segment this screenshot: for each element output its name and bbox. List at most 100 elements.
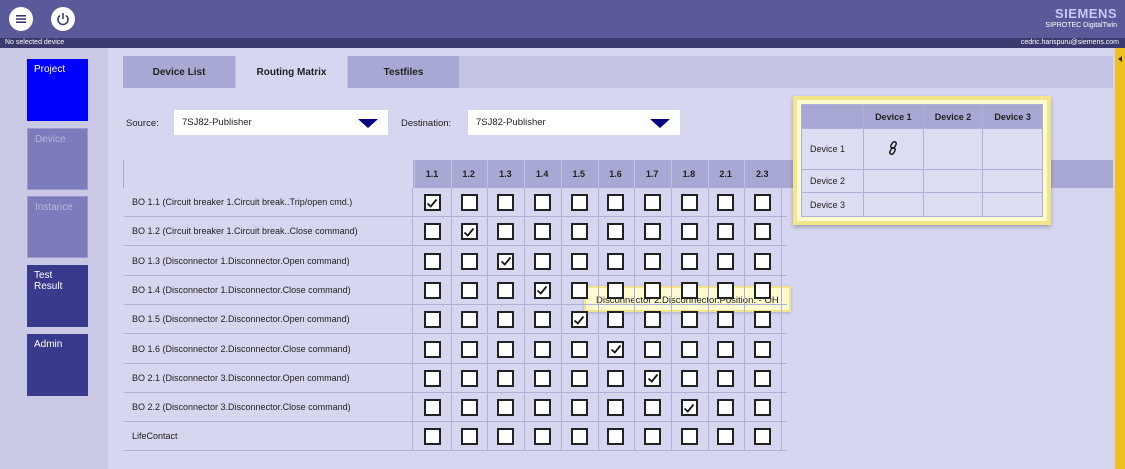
routing-checkbox[interactable] [497,340,515,358]
routing-checkbox[interactable] [423,369,441,387]
device-link-cell[interactable] [982,168,1043,194]
routing-checkbox[interactable] [460,194,478,211]
routing-checkbox[interactable] [533,428,551,446]
routing-checkbox[interactable] [570,223,588,241]
routing-checkbox[interactable] [570,281,588,299]
nav-project[interactable]: Project [27,59,88,121]
nav-test-result[interactable]: Test Result [27,265,88,327]
routing-checkbox[interactable] [717,311,735,329]
routing-checkbox[interactable] [754,311,772,329]
routing-checkbox[interactable] [644,281,662,299]
routing-checkbox[interactable] [717,281,735,299]
routing-checkbox[interactable] [423,194,441,211]
routing-checkbox[interactable] [533,194,551,211]
routing-checkbox[interactable] [423,399,441,417]
routing-checkbox[interactable] [460,428,478,446]
routing-checkbox[interactable] [754,252,772,270]
routing-checkbox[interactable] [680,369,698,387]
routing-checkbox[interactable] [754,340,772,358]
routing-checkbox[interactable] [497,252,515,270]
routing-checkbox[interactable] [570,194,588,211]
routing-checkbox[interactable] [680,281,698,299]
routing-checkbox[interactable] [754,281,772,299]
routing-checkbox[interactable] [460,399,478,417]
device-link-cell[interactable] [863,192,924,217]
routing-checkbox[interactable] [533,281,551,299]
routing-checkbox[interactable] [423,223,441,241]
routing-checkbox[interactable] [717,428,735,446]
routing-checkbox[interactable] [680,340,698,358]
routing-checkbox[interactable] [644,252,662,270]
routing-checkbox[interactable] [460,311,478,329]
routing-checkbox[interactable] [570,252,588,270]
routing-checkbox[interactable] [533,252,551,270]
routing-checkbox[interactable] [460,340,478,358]
routing-checkbox[interactable] [497,311,515,329]
routing-checkbox[interactable] [570,399,588,417]
routing-checkbox[interactable] [533,340,551,358]
routing-checkbox[interactable] [497,194,515,211]
routing-checkbox[interactable] [680,311,698,329]
routing-checkbox[interactable] [533,223,551,241]
routing-checkbox[interactable] [644,194,662,211]
routing-checkbox[interactable] [497,369,515,387]
routing-checkbox[interactable] [423,428,441,446]
device-link-cell[interactable] [922,192,984,217]
routing-checkbox[interactable] [754,369,772,387]
routing-checkbox[interactable] [460,281,478,299]
routing-checkbox[interactable] [644,399,662,417]
routing-checkbox[interactable] [607,281,625,299]
routing-checkbox[interactable] [570,311,588,329]
routing-checkbox[interactable] [533,311,551,329]
routing-checkbox[interactable] [607,428,625,446]
device-link-cell[interactable] [982,128,1043,170]
device-link-cell[interactable] [922,128,984,170]
routing-checkbox[interactable] [497,281,515,299]
routing-checkbox[interactable] [607,340,625,358]
routing-checkbox[interactable] [680,194,698,211]
routing-checkbox[interactable] [607,252,625,270]
routing-checkbox[interactable] [423,340,441,358]
routing-checkbox[interactable] [644,311,662,329]
device-link-cell[interactable] [982,192,1043,217]
routing-checkbox[interactable] [423,281,441,299]
routing-checkbox[interactable] [533,369,551,387]
routing-checkbox[interactable] [460,223,478,241]
routing-checkbox[interactable] [717,194,735,211]
routing-checkbox[interactable] [644,369,662,387]
routing-checkbox[interactable] [644,223,662,241]
routing-checkbox[interactable] [754,194,772,211]
routing-checkbox[interactable] [680,399,698,417]
routing-checkbox[interactable] [423,311,441,329]
routing-checkbox[interactable] [717,252,735,270]
routing-checkbox[interactable] [754,223,772,241]
routing-checkbox[interactable] [607,311,625,329]
routing-checkbox[interactable] [644,340,662,358]
device-link-cell[interactable] [922,168,984,194]
routing-checkbox[interactable] [607,194,625,211]
tab-device-list[interactable]: Device List [123,56,235,88]
routing-checkbox[interactable] [644,428,662,446]
routing-checkbox[interactable] [680,252,698,270]
destination-select[interactable]: 7SJ82-Publisher [468,110,680,135]
tab-routing-matrix[interactable]: Routing Matrix [236,56,347,88]
routing-checkbox[interactable] [754,428,772,446]
routing-checkbox[interactable] [570,369,588,387]
menu-button[interactable] [9,7,33,31]
routing-checkbox[interactable] [754,399,772,417]
routing-checkbox[interactable] [533,399,551,417]
routing-checkbox[interactable] [717,223,735,241]
source-select[interactable]: 7SJ82-Publisher [174,110,388,135]
device-link-cell[interactable] [863,168,924,194]
routing-checkbox[interactable] [570,428,588,446]
routing-checkbox[interactable] [570,340,588,358]
routing-checkbox[interactable] [497,428,515,446]
routing-checkbox[interactable] [717,340,735,358]
routing-checkbox[interactable] [607,399,625,417]
routing-checkbox[interactable] [717,369,735,387]
power-button[interactable] [51,7,75,31]
device-link-cell[interactable] [863,128,924,170]
tab-testfiles[interactable]: Testfiles [348,56,459,88]
routing-checkbox[interactable] [717,399,735,417]
collapse-panel-bar[interactable] [1115,48,1125,469]
